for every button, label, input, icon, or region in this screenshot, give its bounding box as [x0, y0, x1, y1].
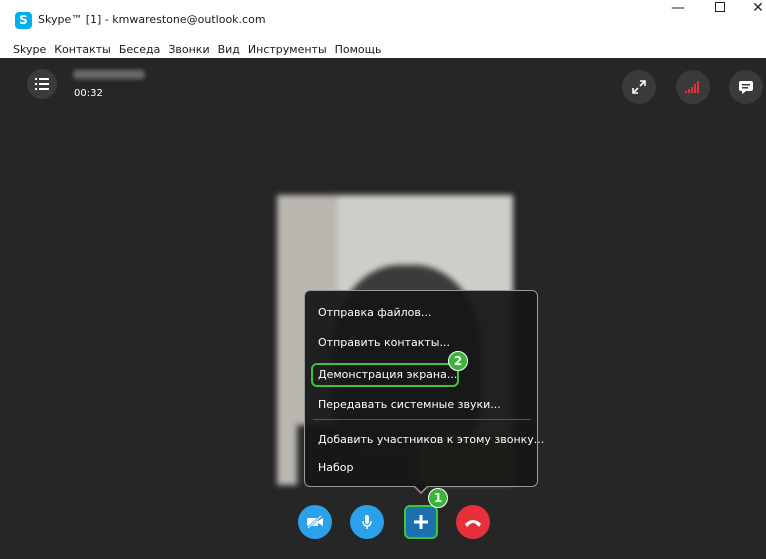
call-timer: 00:32 [74, 88, 103, 99]
system-sounds-item[interactable]: Передавать системные звуки... [318, 398, 501, 411]
menu-calls[interactable]: Звонки [168, 43, 209, 56]
signal-icon [685, 81, 699, 93]
menu-tools[interactable]: Инструменты [248, 43, 327, 56]
window-title: Skype™ [1] - kmwarestone@outlook.com [38, 13, 266, 26]
call-quality-button[interactable] [676, 70, 710, 104]
menu-conversation[interactable]: Беседа [119, 43, 160, 56]
step-badge-1: 1 [428, 488, 448, 508]
dial-pad-item[interactable]: Набор [318, 461, 354, 474]
caller-name-blurred [73, 70, 145, 79]
maximize-icon [715, 2, 725, 12]
popup-arrow-inner [414, 485, 428, 492]
conversation-list-button[interactable] [27, 69, 57, 99]
list-icon [35, 78, 49, 90]
menu-view[interactable]: Вид [218, 43, 240, 56]
chat-button[interactable] [729, 70, 763, 104]
expand-icon [632, 80, 646, 94]
send-contacts-item[interactable]: Отправить контакты... [318, 336, 450, 349]
plus-icon [414, 515, 428, 529]
hang-up-icon [465, 520, 481, 527]
end-call-button[interactable] [456, 505, 490, 539]
maximize-button[interactable] [700, 0, 740, 40]
title-bar: S Skype™ [1] - kmwarestone@outlook.com —… [0, 0, 766, 40]
add-options-popup: Отправка файлов... Отправить контакты...… [304, 290, 544, 487]
add-button[interactable] [404, 505, 438, 539]
screen-share-item[interactable]: Демонстрация экрана... [318, 368, 457, 381]
menu-contacts[interactable]: Контакты [54, 43, 111, 56]
skype-logo-icon: S [15, 12, 32, 29]
send-files-item[interactable]: Отправка файлов... [318, 306, 431, 319]
close-button[interactable]: ✕ [738, 0, 766, 40]
menu-divider [313, 419, 531, 420]
menu-help[interactable]: Помощь [335, 43, 382, 56]
menu-skype[interactable]: Skype [13, 43, 46, 56]
fullscreen-button[interactable] [622, 70, 656, 104]
menu-bar: Skype Контакты Беседа Звонки Вид Инструм… [0, 40, 766, 58]
microphone-button[interactable] [350, 505, 384, 539]
add-participants-item[interactable]: Добавить участников к этому звонку... [318, 433, 544, 446]
video-off-icon [307, 515, 323, 529]
minimize-button[interactable]: — [658, 0, 698, 40]
microphone-icon [362, 515, 372, 529]
video-toggle-button[interactable] [298, 505, 332, 539]
step-badge-2: 2 [448, 351, 468, 371]
chat-icon [739, 81, 753, 94]
call-area: 00:32 Отправка файлов... Отправить конта… [0, 58, 766, 559]
